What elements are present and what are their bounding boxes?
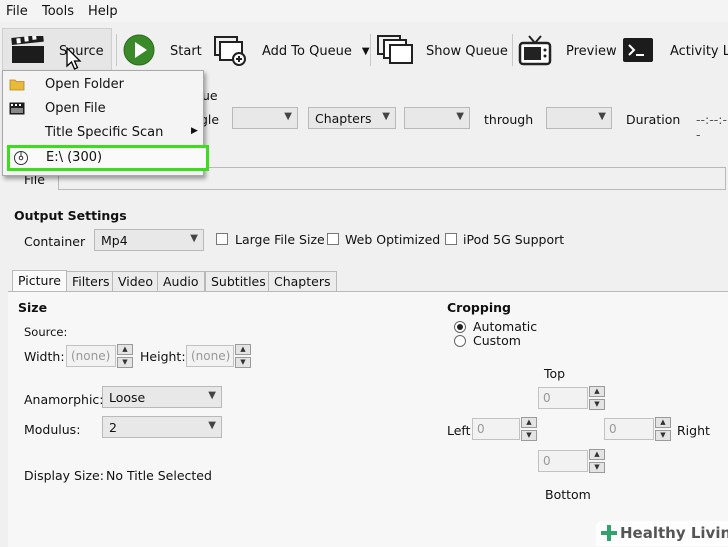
menu-bar: File Tools Help: [0, 0, 728, 22]
ipod-checkbox[interactable]: [445, 233, 457, 245]
tab-filters[interactable]: Filters: [66, 271, 116, 291]
crop-automatic-label: Automatic: [473, 319, 538, 334]
tab-audio[interactable]: Audio: [157, 271, 205, 291]
activity-log-button[interactable]: Activity Lo: [622, 28, 728, 74]
toolbar: Source Start Add To Queue ▼ Show Queue P…: [0, 28, 728, 74]
preview-button[interactable]: Preview: [518, 28, 617, 74]
tv-icon: [518, 33, 552, 70]
crop-left-spinner[interactable]: ▲ ▼: [521, 417, 537, 441]
start-button[interactable]: Start: [122, 28, 202, 74]
source-button[interactable]: Source: [2, 28, 112, 74]
tab-video[interactable]: Video: [112, 271, 160, 291]
container-label: Container: [24, 234, 86, 249]
anamorphic-label: Anamorphic:: [24, 392, 104, 407]
play-icon: [122, 33, 156, 70]
display-size-value: No Title Selected: [106, 468, 212, 483]
start-label: Start: [170, 43, 202, 59]
plus-logo-icon: [600, 523, 618, 546]
source-dropdown-menu: Open Folder Open File Title Specific Sca…: [2, 70, 209, 176]
width-label: Width:: [24, 349, 65, 364]
crop-bottom-spinner[interactable]: ▲ ▼: [589, 449, 605, 473]
angle-select[interactable]: ▼: [232, 107, 298, 129]
queue-icon: [376, 34, 414, 69]
crop-automatic-radio[interactable]: [454, 321, 466, 333]
output-settings-title: Output Settings: [14, 208, 127, 223]
chapter-start-select[interactable]: ▼: [404, 107, 470, 129]
tab-picture[interactable]: Picture: [12, 270, 67, 292]
duration-value: --:--:--: [696, 112, 727, 142]
activity-log-label: Activity Lo: [670, 43, 728, 59]
large-file-size-checkbox[interactable]: [216, 233, 228, 245]
container-select[interactable]: Mp4 ▼: [94, 229, 204, 251]
display-size-label: Display Size:: [24, 468, 104, 483]
height-label: Height:: [140, 349, 186, 364]
size-title: Size: [18, 300, 48, 315]
menu-item-open-folder[interactable]: Open Folder: [3, 73, 203, 97]
chevron-right-icon: ▶: [191, 126, 198, 136]
web-optimized-label: Web Optimized: [345, 232, 441, 247]
modulus-label: Modulus:: [24, 422, 81, 437]
crop-right-spinner[interactable]: ▲ ▼: [655, 417, 671, 441]
crop-custom-radio[interactable]: [454, 335, 466, 347]
chapter-mode-select[interactable]: Chapters ▼: [308, 107, 396, 129]
web-optimized-checkbox[interactable]: [327, 233, 339, 245]
crop-top-spinner[interactable]: ▲ ▼: [589, 386, 605, 410]
disc-icon: [13, 150, 29, 169]
menu-help[interactable]: Help: [88, 4, 118, 19]
crop-right-input[interactable]: 0: [604, 418, 654, 440]
watermark-text: Healthy Living: [620, 524, 728, 542]
menu-item-open-file[interactable]: Open File: [3, 97, 203, 121]
add-to-queue-button[interactable]: Add To Queue ▼: [212, 28, 370, 74]
cropping-title: Cropping: [447, 300, 511, 315]
height-spinner[interactable]: ▲ ▼: [235, 344, 251, 368]
anamorphic-select[interactable]: Loose ▼: [102, 386, 222, 408]
crop-left-label: Left: [447, 423, 471, 438]
modulus-select[interactable]: 2 ▼: [102, 416, 222, 438]
crop-bottom-input[interactable]: 0: [538, 450, 588, 472]
source-row-peek: ue: [202, 88, 218, 103]
show-queue-button[interactable]: Show Queue: [376, 28, 508, 74]
duration-label: Duration: [626, 112, 681, 127]
chapter-end-select[interactable]: ▼: [546, 107, 612, 129]
crop-left-input[interactable]: 0: [472, 418, 520, 440]
height-input[interactable]: (none): [186, 345, 234, 367]
add-to-queue-label: Add To Queue: [262, 43, 352, 59]
tab-chapters[interactable]: Chapters: [268, 271, 337, 291]
add-queue-icon: [212, 34, 248, 69]
show-queue-label: Show Queue: [426, 43, 508, 59]
crop-right-label: Right: [677, 423, 710, 438]
film-icon: [9, 102, 25, 118]
width-spinner[interactable]: ▲ ▼: [117, 344, 133, 368]
crop-top-input[interactable]: 0: [538, 387, 588, 409]
chevron-down-icon[interactable]: ▼: [362, 46, 370, 57]
source-size-label: Source:: [24, 325, 68, 339]
crop-custom-label: Custom: [473, 333, 521, 348]
tab-subtitles[interactable]: Subtitles: [205, 271, 272, 291]
preview-label: Preview: [566, 43, 617, 59]
crop-bottom-label: Bottom: [545, 487, 591, 502]
terminal-icon: [622, 37, 654, 66]
width-input[interactable]: (none): [66, 345, 116, 367]
folder-icon: [9, 77, 25, 94]
menu-item-drive[interactable]: E:\ (300): [7, 145, 209, 171]
menu-item-title-specific-scan[interactable]: Title Specific Scan ▶: [3, 121, 203, 145]
menu-file[interactable]: File: [6, 4, 28, 19]
mouse-cursor-icon: [66, 46, 82, 74]
crop-top-label: Top: [544, 366, 566, 381]
through-label: through: [484, 112, 534, 127]
menu-tools[interactable]: Tools: [42, 4, 74, 19]
large-file-size-label: Large File Size: [235, 232, 325, 247]
ipod-label: iPod 5G Support: [463, 232, 565, 247]
clapperboard-icon: [11, 33, 45, 67]
healthy-living-watermark: Healthy Living: [596, 521, 728, 546]
